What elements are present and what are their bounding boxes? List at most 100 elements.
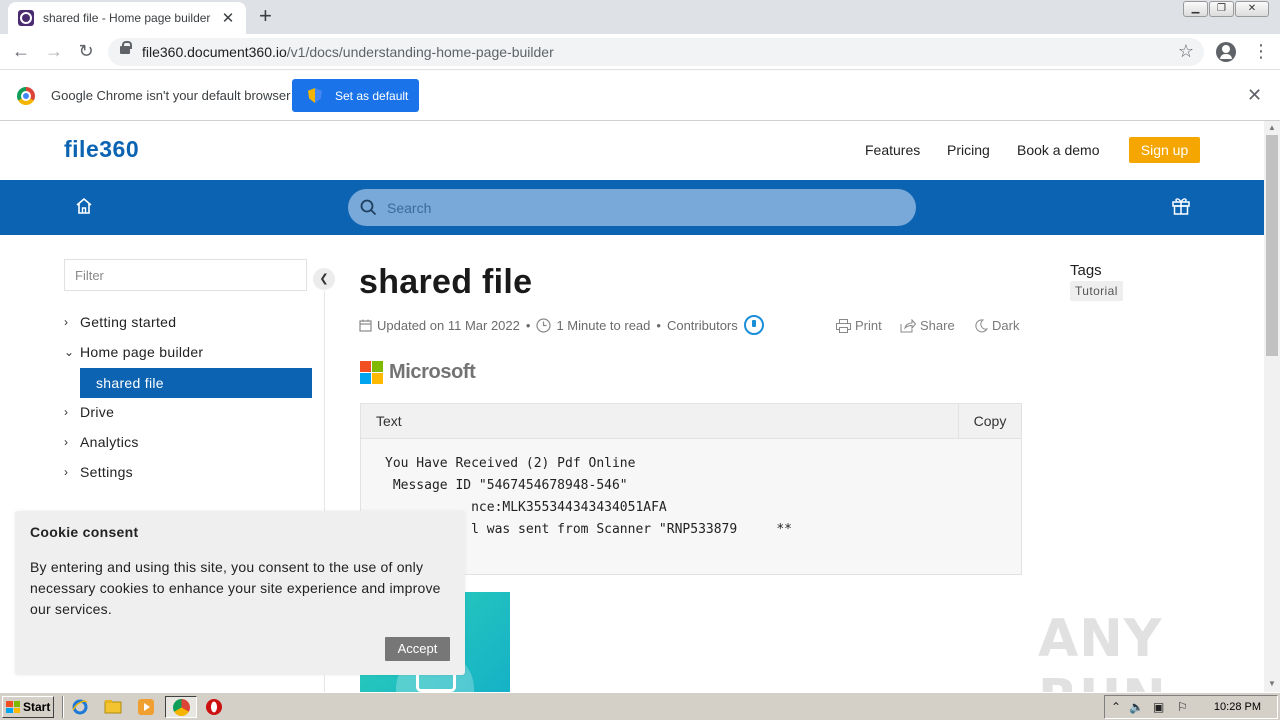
- share-label: Share: [920, 318, 955, 333]
- site-logo[interactable]: file360: [64, 136, 139, 163]
- page-scrollbar[interactable]: ▲ ▼: [1264, 121, 1280, 692]
- browser-menu-icon[interactable]: ⋮: [1252, 40, 1270, 62]
- sidebar-item-analytics[interactable]: › Analytics: [64, 427, 139, 457]
- action-center-flag-icon[interactable]: ⚐: [1177, 700, 1188, 714]
- browser-tab[interactable]: shared file - Home page builder ✕: [8, 2, 246, 34]
- browser-tab-strip: shared file - Home page builder ✕ + ▁ ❐ …: [0, 0, 1280, 34]
- sidebar-item-settings[interactable]: › Settings: [64, 457, 133, 487]
- filter-input[interactable]: [64, 259, 307, 291]
- collapse-sidebar-button[interactable]: ❮: [313, 268, 335, 290]
- scroll-up-icon[interactable]: ▲: [1268, 123, 1276, 132]
- home-icon[interactable]: [75, 197, 93, 215]
- network-icon[interactable]: ▣: [1153, 700, 1164, 714]
- profile-avatar-icon[interactable]: [1216, 42, 1236, 62]
- chrome-logo-icon: [17, 87, 35, 105]
- nav-pricing[interactable]: Pricing: [947, 142, 990, 158]
- close-tab-icon[interactable]: ✕: [220, 9, 236, 27]
- nav-features[interactable]: Features: [865, 142, 920, 158]
- web-page: file360 Features Pricing Book a demo Sig…: [0, 121, 1264, 692]
- set-as-default-label: Set as default: [335, 88, 409, 103]
- search-icon: [360, 199, 377, 216]
- scrollbar-thumb[interactable]: [1266, 135, 1278, 356]
- contributor-avatar-icon[interactable]: [743, 315, 764, 335]
- media-player-icon[interactable]: [137, 698, 155, 716]
- share-button[interactable]: Share: [900, 318, 955, 333]
- gift-icon[interactable]: [1171, 196, 1191, 216]
- print-label: Print: [855, 318, 882, 333]
- file-explorer-icon[interactable]: [104, 698, 122, 716]
- default-browser-infobar: Google Chrome isn't your default browser…: [0, 71, 1280, 121]
- new-tab-button[interactable]: +: [259, 5, 272, 27]
- taskbar-clock[interactable]: 10:28 PM: [1214, 701, 1261, 713]
- copy-button[interactable]: Copy: [958, 404, 1021, 438]
- close-window-icon[interactable]: ✕: [1235, 1, 1269, 17]
- system-tray: ⌃ 🔈 ▣ ⚐ 10:28 PM: [1104, 695, 1278, 719]
- infobar-message: Google Chrome isn't your default browser: [51, 88, 291, 103]
- sidebar-item-drive[interactable]: › Drive: [64, 397, 114, 427]
- meta-separator: •: [656, 317, 661, 333]
- tag-chip[interactable]: Tutorial: [1070, 281, 1123, 301]
- microsoft-logo: Microsoft: [360, 361, 476, 384]
- calendar-icon: [359, 319, 372, 332]
- microsoft-wordmark: Microsoft: [389, 361, 476, 383]
- print-icon: [836, 318, 851, 333]
- minimize-window-icon[interactable]: ▁: [1183, 1, 1208, 17]
- windows-taskbar: Start ⌃ 🔈 ▣ ⚐ 10:28 PM: [0, 692, 1280, 720]
- article-meta: Updated on 11 Mar 2022 • 1 Minute to rea…: [359, 315, 764, 335]
- sidebar-item-home-page-builder[interactable]: ⌄ Home page builder: [64, 337, 203, 367]
- start-label: Start: [23, 700, 51, 714]
- lock-icon: [120, 41, 132, 56]
- updated-date: Updated on 11 Mar 2022: [377, 317, 520, 333]
- microsoft-squares-icon: [360, 361, 383, 384]
- opera-icon[interactable]: [205, 698, 223, 716]
- code-line: You Have Received (2) Pdf Online: [385, 456, 636, 471]
- browser-toolbar: ← → ↻ file360.document360.io/v1/docs/und…: [0, 34, 1280, 70]
- search-bar-band: [0, 180, 1264, 235]
- taskbar-chrome-button[interactable]: [165, 696, 197, 718]
- site-favicon-icon: [18, 10, 34, 26]
- meta-separator: •: [525, 317, 531, 333]
- sidebar-item-label: Home page builder: [80, 344, 204, 360]
- restore-window-icon[interactable]: ❐: [1209, 1, 1234, 17]
- windows-logo-icon: [6, 701, 20, 713]
- code-line: Message ID "5467454678948-546": [385, 478, 628, 493]
- scroll-down-icon[interactable]: ▼: [1268, 679, 1276, 688]
- search-box: [348, 189, 916, 226]
- address-bar[interactable]: file360.document360.io/v1/docs/understan…: [108, 38, 1204, 66]
- sidebar-item-label: Getting started: [80, 314, 177, 330]
- chevron-right-icon: ›: [64, 405, 69, 419]
- site-header: file360 Features Pricing Book a demo Sig…: [0, 121, 1264, 180]
- code-language-label: Text: [376, 413, 402, 429]
- dark-mode-button[interactable]: Dark: [974, 318, 1019, 333]
- reload-icon[interactable]: ↻: [75, 41, 97, 61]
- chevron-right-icon: ›: [64, 435, 69, 449]
- accept-cookies-button[interactable]: Accept: [385, 637, 450, 661]
- read-time: 1 Minute to read: [556, 317, 651, 333]
- sidebar-item-shared-file[interactable]: shared file: [80, 368, 312, 398]
- close-infobar-icon[interactable]: ✕: [1247, 85, 1262, 106]
- contributors-label: Contributors: [666, 317, 738, 333]
- bookmark-star-icon[interactable]: ☆: [1178, 41, 1194, 62]
- nav-book-a-demo[interactable]: Book a demo: [1017, 142, 1100, 158]
- clock-icon: [536, 317, 552, 333]
- forward-icon[interactable]: →: [43, 41, 65, 61]
- share-icon: [900, 318, 916, 332]
- search-input[interactable]: [387, 197, 887, 219]
- tags-heading: Tags: [1070, 262, 1102, 279]
- article-title: shared file: [359, 263, 533, 301]
- start-button[interactable]: Start: [2, 696, 54, 718]
- taskbar-separator: [62, 696, 64, 718]
- internet-explorer-icon[interactable]: [71, 698, 89, 716]
- anyrun-watermark: ANY RUN: [1038, 609, 1166, 692]
- back-icon[interactable]: ←: [10, 41, 32, 61]
- volume-icon[interactable]: 🔈: [1129, 700, 1144, 714]
- print-button[interactable]: Print: [836, 318, 882, 333]
- sidebar-item-label: Analytics: [80, 434, 139, 450]
- tray-expand-icon[interactable]: ⌃: [1111, 700, 1121, 714]
- sign-up-button[interactable]: Sign up: [1129, 137, 1200, 163]
- set-as-default-button[interactable]: Set as default: [292, 79, 419, 112]
- sidebar-item-getting-started[interactable]: › Getting started: [64, 307, 176, 337]
- sidebar-item-label: Settings: [80, 464, 133, 480]
- chevron-down-icon: ⌄: [64, 345, 75, 359]
- chrome-icon: [173, 699, 190, 716]
